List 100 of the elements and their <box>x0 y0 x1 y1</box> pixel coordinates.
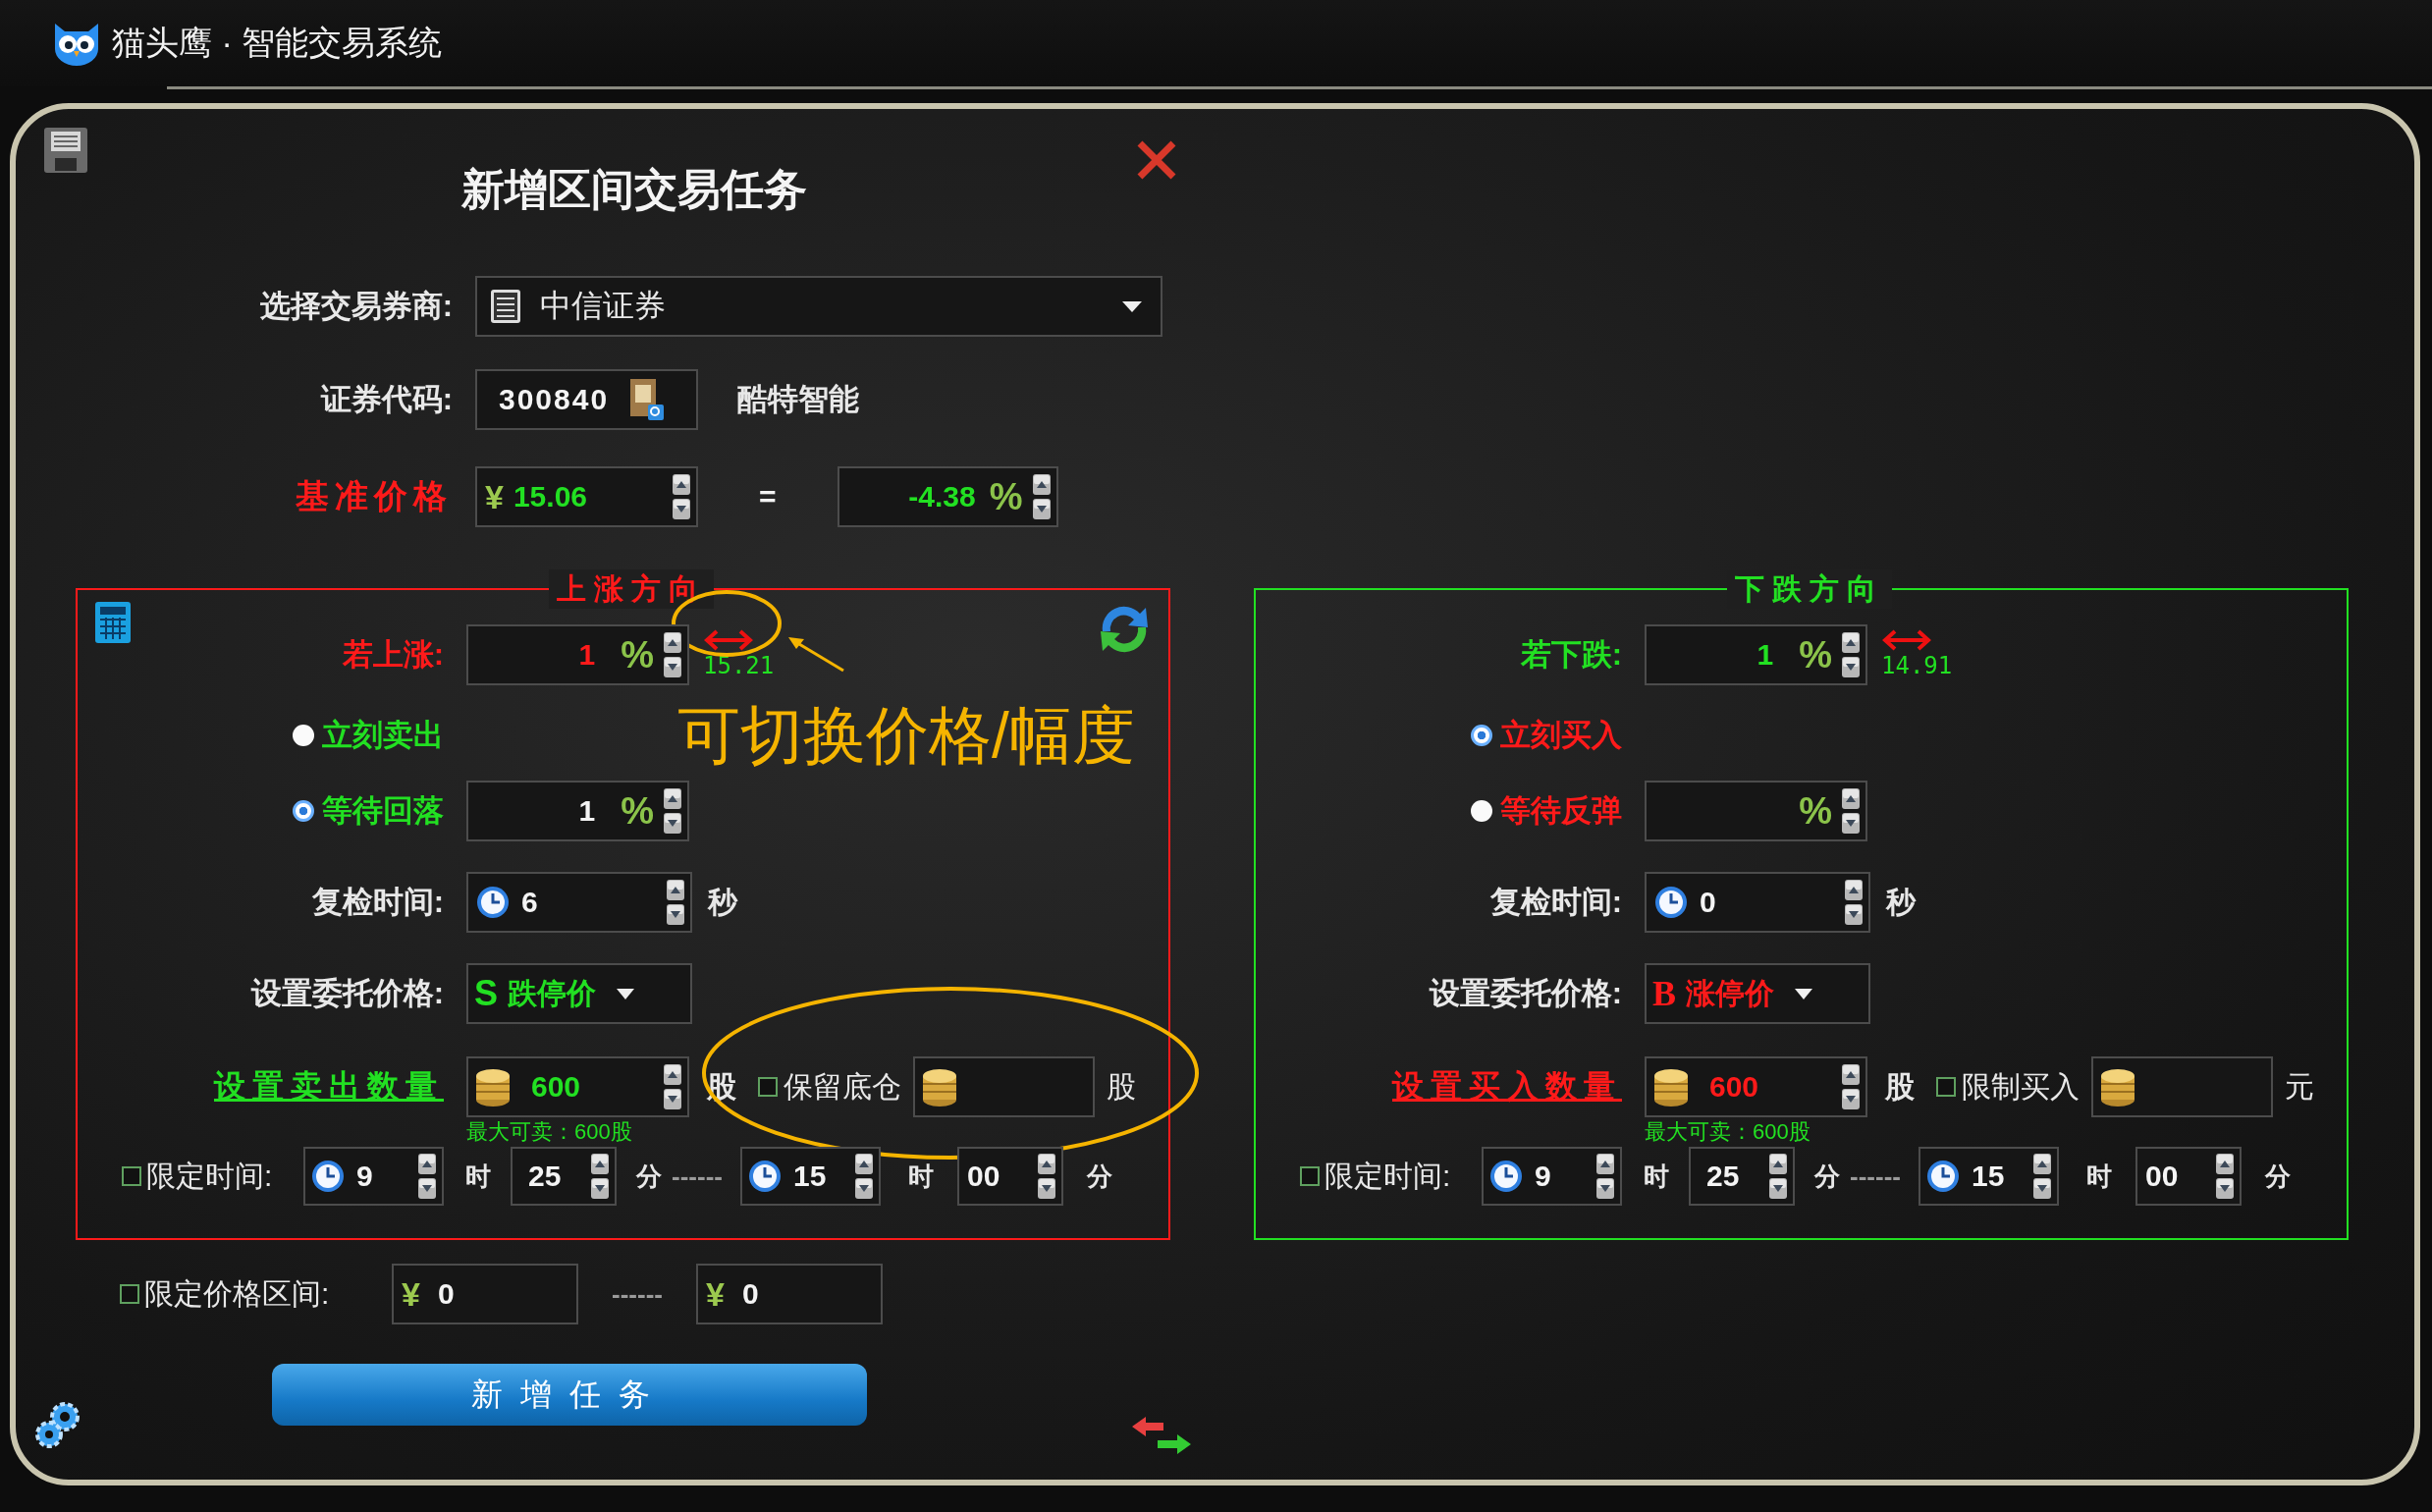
checkbox[interactable] <box>120 1284 139 1304</box>
spin-down-button[interactable] <box>591 1178 609 1199</box>
unit-label: 股 <box>1107 1068 1136 1105</box>
spin-up-button[interactable] <box>2215 1154 2234 1174</box>
spin-down-button[interactable] <box>1769 1178 1787 1199</box>
spin-up-button[interactable] <box>1032 474 1051 495</box>
spin-down-button[interactable] <box>2032 1178 2051 1199</box>
spin-down-button[interactable] <box>418 1178 436 1199</box>
price-field[interactable]: ¥ 15.06 <box>475 466 698 527</box>
quantity-link[interactable]: 设置买入数量 <box>1392 1065 1622 1108</box>
stock-name: 酷特智能 <box>737 381 859 418</box>
minute-field[interactable]: 00 <box>2135 1147 2242 1206</box>
checkbox-label[interactable]: 限定价格区间: <box>144 1273 392 1315</box>
spin-up-button[interactable] <box>854 1154 873 1174</box>
spin-up-button[interactable] <box>1037 1154 1055 1174</box>
spin-up-button[interactable] <box>591 1154 609 1174</box>
price-field[interactable]: ¥ 0 <box>392 1264 578 1324</box>
radio-button[interactable] <box>293 800 314 822</box>
spin-up-button[interactable] <box>664 788 681 809</box>
hour-field[interactable]: 9 <box>1482 1147 1622 1206</box>
spin-down-button[interactable] <box>667 904 684 925</box>
option-label[interactable]: 立刻卖出 <box>78 715 444 756</box>
quantity-field[interactable]: 600 <box>1645 1056 1867 1117</box>
field-label: 证券代码: <box>319 381 453 418</box>
double-arrow-icon[interactable] <box>703 628 754 652</box>
hour-field[interactable]: 15 <box>739 1147 881 1206</box>
spin-down-button[interactable] <box>664 657 681 677</box>
hour-field[interactable]: 15 <box>1918 1147 2059 1206</box>
radio-button[interactable] <box>1471 725 1492 746</box>
percent-sign[interactable]: % <box>1799 633 1832 676</box>
checkbox-label[interactable]: 限定时间: <box>146 1156 303 1197</box>
spin-up-button[interactable] <box>667 880 684 900</box>
option-label[interactable]: 等待回落 <box>322 790 444 832</box>
checkbox-label[interactable]: 限定时间: <box>1324 1156 1482 1197</box>
spin-down-button[interactable] <box>1842 813 1860 834</box>
spin-down-button[interactable] <box>1842 657 1860 677</box>
field-value: 00 <box>966 1160 1000 1193</box>
price-field[interactable]: ¥ 0 <box>695 1264 883 1324</box>
calculator-icon[interactable] <box>93 600 133 645</box>
percent-field[interactable]: -4.38 % <box>837 466 1058 527</box>
spin-down-button[interactable] <box>2215 1178 2234 1199</box>
broker-dropdown[interactable]: 中信证券 <box>475 276 1162 337</box>
spin-down-button[interactable] <box>854 1178 873 1199</box>
spin-up-button[interactable] <box>1596 1154 1614 1174</box>
spin-down-button[interactable] <box>1596 1178 1614 1199</box>
radio-button[interactable] <box>1471 800 1492 822</box>
radio-button[interactable] <box>293 725 314 746</box>
checkbox[interactable] <box>1936 1077 1956 1097</box>
field-value: 15.06 <box>513 480 587 513</box>
minute-field[interactable]: 25 <box>511 1147 617 1206</box>
spin-up-button[interactable] <box>1842 788 1860 809</box>
spin-up-button[interactable] <box>1769 1154 1787 1174</box>
add-task-button[interactable]: 新增任务 <box>272 1364 867 1426</box>
option-label[interactable]: 等待反弹 <box>1500 790 1622 832</box>
percent-field[interactable]: 1 % <box>1645 624 1867 685</box>
seconds-field[interactable]: 0 <box>1645 872 1870 933</box>
spin-down-button[interactable] <box>664 1089 681 1109</box>
price-type-dropdown[interactable]: S 跌停价 <box>466 963 692 1024</box>
close-icon[interactable] <box>1135 138 1178 182</box>
minute-field[interactable]: 00 <box>956 1147 1063 1206</box>
percent-field[interactable]: 1 % <box>466 781 689 841</box>
amount-field[interactable] <box>2091 1056 2273 1117</box>
caret-icon <box>1121 299 1143 313</box>
field-label: 设置委托价格: <box>1428 975 1622 1012</box>
currency-sign: ¥ <box>485 477 504 516</box>
percent-sign[interactable]: % <box>621 633 654 676</box>
spin-up-button[interactable] <box>664 1064 681 1085</box>
spin-up-button[interactable] <box>1845 880 1863 900</box>
spin-down-button[interactable] <box>1845 904 1863 925</box>
percent-field[interactable]: 1 % <box>466 624 689 685</box>
quantity-link[interactable]: 设置卖出数量 <box>214 1065 444 1108</box>
spin-up-button[interactable] <box>1842 632 1860 653</box>
spin-up-button[interactable] <box>1842 1064 1860 1085</box>
spin-up-button[interactable] <box>418 1154 436 1174</box>
save-icon[interactable] <box>43 127 88 174</box>
checkbox[interactable] <box>758 1077 778 1097</box>
field-value: 6 <box>521 886 538 919</box>
spin-up-button[interactable] <box>673 474 690 495</box>
percent-field[interactable]: % <box>1645 781 1867 841</box>
spin-up-button[interactable] <box>2032 1154 2051 1174</box>
minute-field[interactable]: 25 <box>1689 1147 1795 1206</box>
checkbox-label[interactable]: 保留底仓 <box>784 1066 901 1107</box>
spin-up-button[interactable] <box>664 632 681 653</box>
hour-field[interactable]: 9 <box>303 1147 444 1206</box>
price-type-dropdown[interactable]: B 涨停价 <box>1645 963 1870 1024</box>
option-label[interactable]: 立刻买入 <box>1256 715 1622 756</box>
double-arrow-icon[interactable] <box>1881 628 1932 652</box>
checkbox[interactable] <box>122 1166 141 1186</box>
checkbox-label[interactable]: 限制买入 <box>1962 1066 2080 1107</box>
quantity-field[interactable]: 600 <box>466 1056 689 1117</box>
spin-down-button[interactable] <box>673 499 690 519</box>
spin-down-button[interactable] <box>1032 499 1051 519</box>
spin-down-button[interactable] <box>1037 1178 1055 1199</box>
spin-down-button[interactable] <box>1842 1089 1860 1109</box>
spin-down-button[interactable] <box>664 813 681 834</box>
stock-code-field[interactable]: 300840 <box>475 369 698 430</box>
caret-icon <box>1794 987 1813 1000</box>
amount-field[interactable] <box>913 1056 1095 1117</box>
seconds-field[interactable]: 6 <box>466 872 692 933</box>
checkbox[interactable] <box>1300 1166 1320 1186</box>
